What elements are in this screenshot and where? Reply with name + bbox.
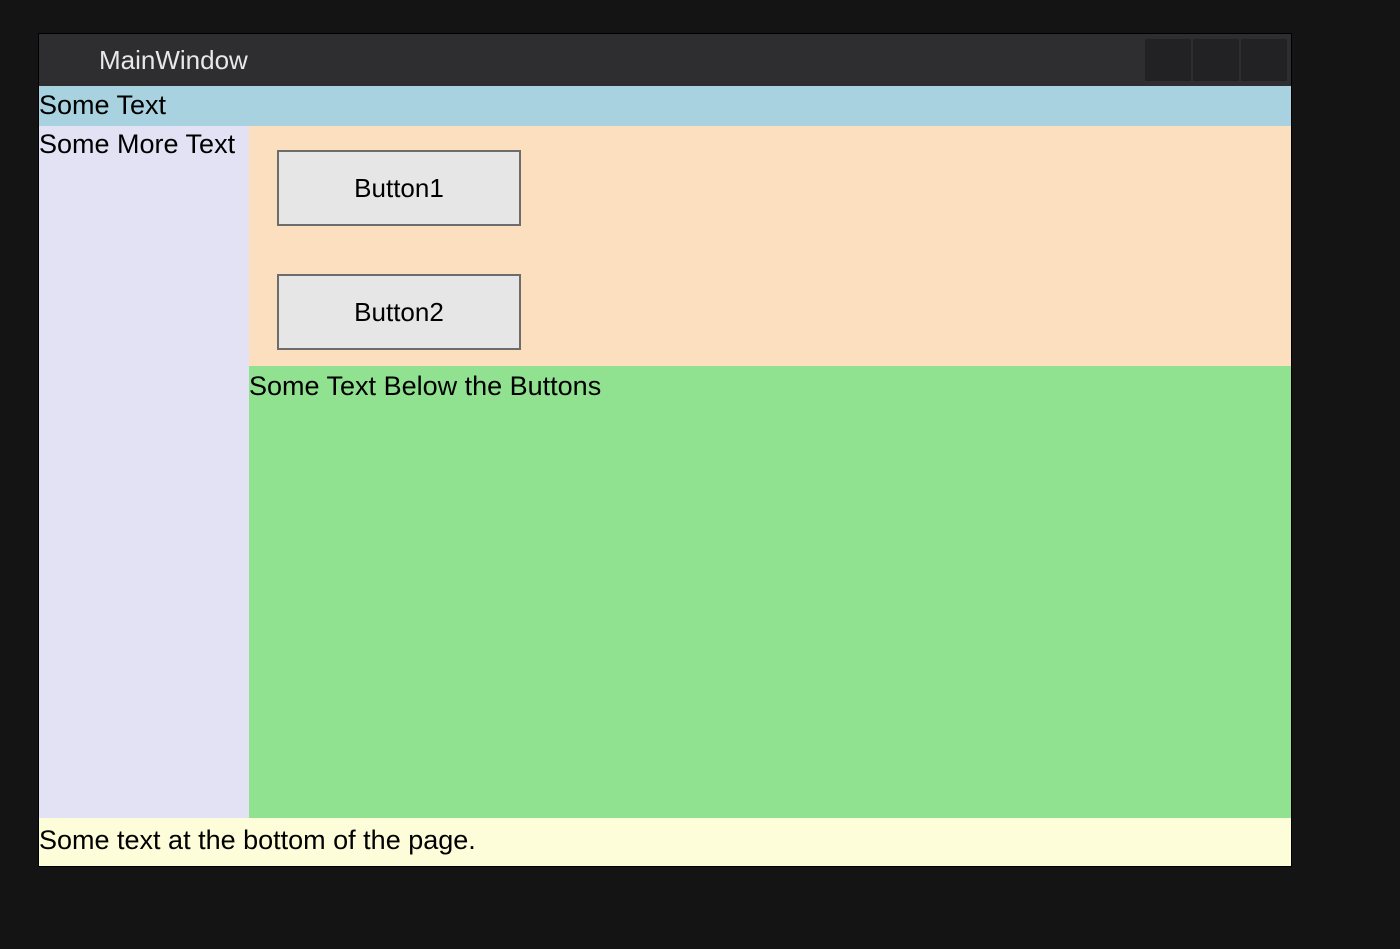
buttons-panel: Button1 Button2	[249, 126, 1291, 366]
button-1[interactable]: Button1	[277, 150, 521, 226]
below-buttons-text: Some Text Below the Buttons	[249, 371, 601, 401]
button-1-label: Button1	[354, 173, 444, 204]
titlebar[interactable]: MainWindow	[39, 34, 1291, 86]
top-banner: Some Text	[39, 86, 1291, 126]
sidebar-text: Some More Text	[39, 129, 235, 159]
left-sidebar: Some More Text	[39, 126, 249, 818]
client-area: Some Text Some More Text Button1 Button2…	[39, 86, 1291, 866]
window-controls	[1145, 34, 1291, 86]
window-title: MainWindow	[99, 45, 248, 76]
footer: Some text at the bottom of the page.	[39, 818, 1291, 866]
below-buttons-panel: Some Text Below the Buttons	[249, 366, 1291, 818]
top-banner-text: Some Text	[39, 90, 166, 120]
button-2-label: Button2	[354, 297, 444, 328]
close-button[interactable]	[1241, 39, 1287, 81]
maximize-button[interactable]	[1193, 39, 1239, 81]
footer-text: Some text at the bottom of the page.	[39, 825, 476, 855]
minimize-button[interactable]	[1145, 39, 1191, 81]
button-2[interactable]: Button2	[277, 274, 521, 350]
main-window: MainWindow Some Text Some More Text Butt…	[38, 33, 1292, 867]
